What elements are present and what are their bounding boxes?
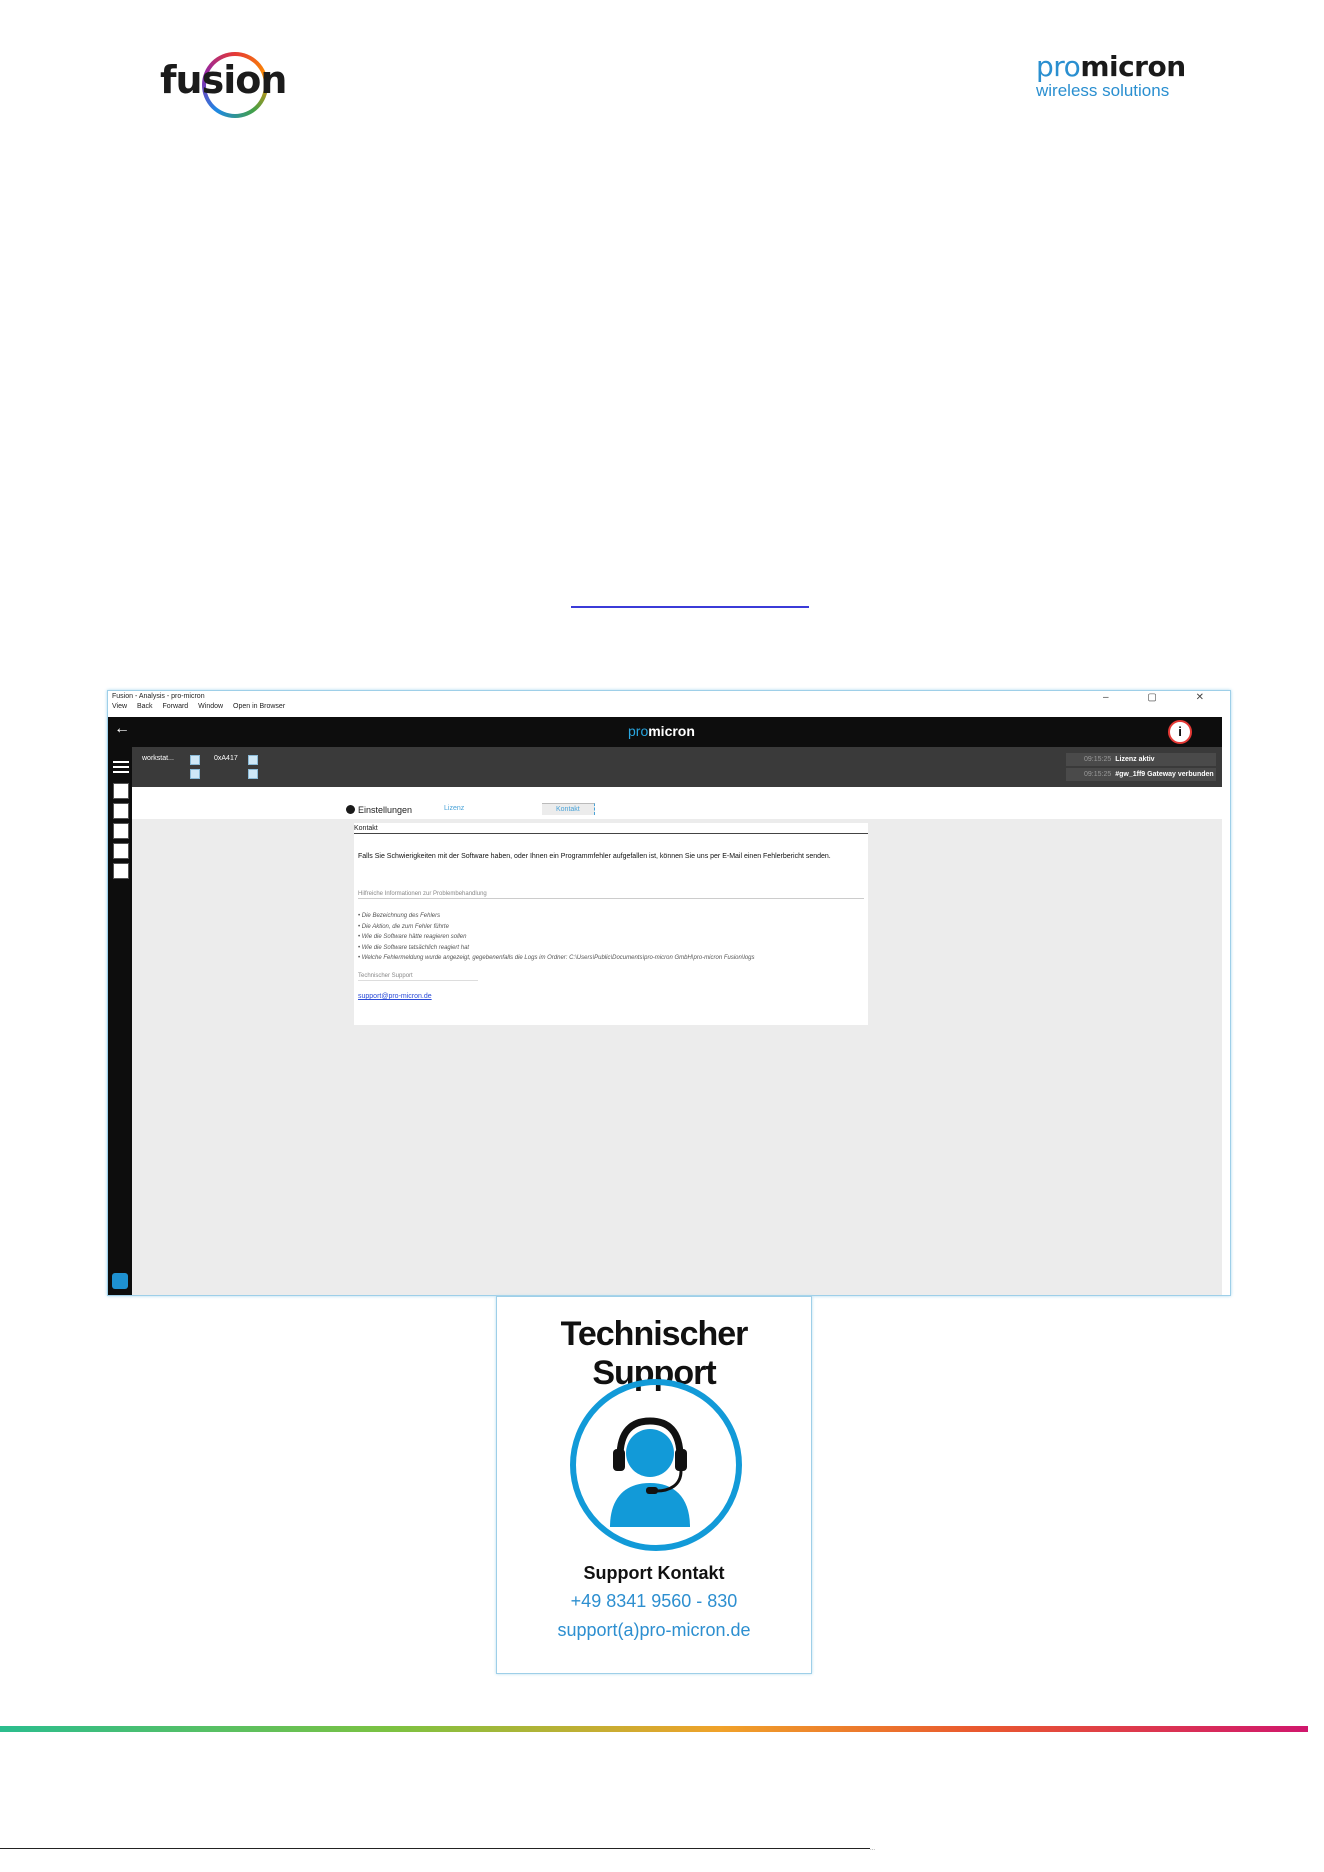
help-heading: Hilfreiche Informationen zur Problembeha… xyxy=(358,891,864,899)
support-email-link[interactable]: support@pro-micron.de xyxy=(358,993,432,1000)
status-row: 09:15:25 Lizenz aktiv xyxy=(1066,753,1216,766)
sidebar-bottom-icon[interactable] xyxy=(112,1273,128,1289)
app-header-bar: ← promicron i xyxy=(108,717,1222,747)
contact-intro: Falls Sie Schwierigkeiten mit der Softwa… xyxy=(358,853,831,860)
support-card: Technischer Support Support Kontakt +49 … xyxy=(496,1296,812,1674)
tab-lizenz[interactable]: Lizenz xyxy=(430,803,478,814)
settings-header: Einstellungen Lizenz Kontakt xyxy=(132,787,1222,819)
sidebar-button-4[interactable] xyxy=(113,843,129,859)
menu-forward[interactable]: Forward xyxy=(163,703,189,710)
list-item: • Die Bezeichnung des Fehlers xyxy=(358,913,441,919)
menu-open-in-browser[interactable]: Open in Browser xyxy=(233,703,285,710)
settings-title: Einstellungen xyxy=(346,805,412,815)
device-status-icon xyxy=(190,769,200,779)
help-list: • Die Bezeichnung des Fehlers • Die Akti… xyxy=(358,911,755,964)
promicron-logo: promicron wireless solutions xyxy=(1036,50,1186,110)
device-id: 0xA417 xyxy=(214,755,238,762)
sidebar xyxy=(108,747,132,1295)
content-area: Einstellungen Lizenz Kontakt Kontakt Fal… xyxy=(132,787,1222,1295)
window-title: Fusion - Analysis - pro-micron xyxy=(112,693,205,700)
link-underline xyxy=(571,606,809,608)
device-name: workstat... xyxy=(142,755,174,762)
device-settings-icon xyxy=(248,769,258,779)
hamburger-menu-icon[interactable] xyxy=(113,761,129,763)
device-id-icon xyxy=(248,755,258,765)
status-row: 09:15:25 #gw_1ff9 Gateway verbunden xyxy=(1066,768,1216,781)
support-phone[interactable]: +49 8341 9560 - 830 xyxy=(497,1591,811,1612)
sidebar-button-5[interactable] xyxy=(113,863,129,879)
list-item: • Wie die Software tatsächlich reagiert … xyxy=(358,944,470,951)
gradient-divider xyxy=(0,1726,1308,1732)
footer-text: ... xyxy=(870,1846,876,1852)
device-selector[interactable]: workstat... 0xA417 xyxy=(138,753,258,779)
promicron-logo-name: promicron xyxy=(1036,50,1186,83)
list-item: • Die Aktion, die zum Fehler führte xyxy=(358,923,449,930)
fusion-logo: fusion xyxy=(150,48,287,118)
menu-view[interactable]: View xyxy=(112,703,127,710)
window-menu: View Back Forward Window Open in Browser xyxy=(112,703,293,710)
app-brand: promicron xyxy=(628,723,695,739)
footer-rule xyxy=(0,1848,870,1849)
headset-agent-icon xyxy=(610,1417,690,1527)
promicron-logo-tagline: wireless solutions xyxy=(1036,81,1170,100)
back-arrow-icon[interactable]: ← xyxy=(114,720,130,738)
app-screenshot-window: Fusion - Analysis - pro-micron View Back… xyxy=(107,690,1231,1296)
device-toolbar: workstat... 0xA417 09:15:25 Lizenz aktiv … xyxy=(132,747,1222,797)
sidebar-button-1[interactable] xyxy=(113,783,129,799)
support-heading: Technischer Support xyxy=(358,973,478,981)
list-item: • Welche Fehlermeldung wurde angezeigt, … xyxy=(358,955,755,961)
status-panel: 09:15:25 Lizenz aktiv 09:15:25 #gw_1ff9 Ga… xyxy=(1066,753,1216,783)
menu-window[interactable]: Window xyxy=(198,703,223,710)
menu-back[interactable]: Back xyxy=(137,703,153,710)
support-contact-label: Support Kontakt xyxy=(583,1563,725,1583)
tab-kontakt[interactable]: Kontakt xyxy=(542,803,595,815)
contact-panel: Kontakt Falls Sie Schwierigkeiten mit de… xyxy=(354,823,868,1025)
fusion-logo-text: fusion xyxy=(160,58,287,102)
window-controls[interactable]: – ▢ ✕ xyxy=(1103,692,1222,703)
contact-heading: Kontakt xyxy=(354,823,868,834)
sidebar-button-3[interactable] xyxy=(113,823,129,839)
sidebar-button-2[interactable] xyxy=(113,803,129,819)
list-item: • Wie die Software hätte reagieren solle… xyxy=(358,934,467,940)
device-icon xyxy=(190,755,200,765)
support-email[interactable]: support(a)pro-micron.de xyxy=(497,1620,811,1641)
info-icon[interactable]: i xyxy=(1168,720,1192,744)
